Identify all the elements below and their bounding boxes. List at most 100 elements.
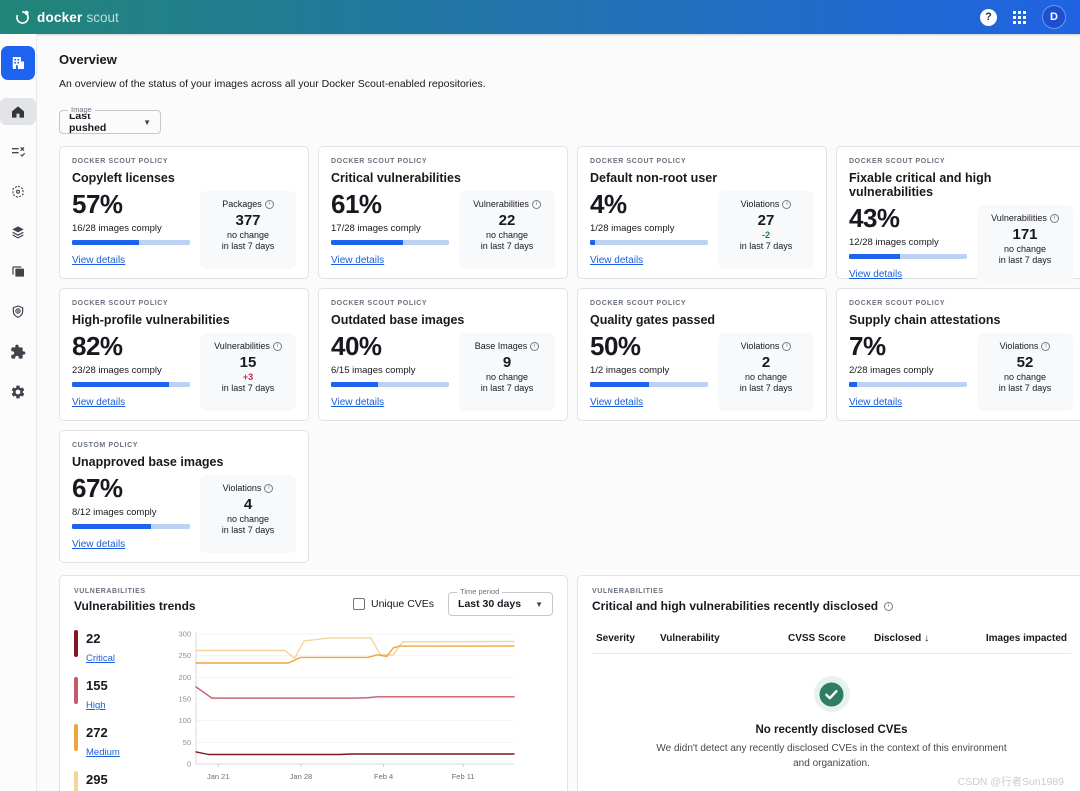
docker-scout-logo[interactable]: docker scout — [14, 9, 119, 26]
compliance-progress-bar — [849, 254, 967, 259]
view-details-link[interactable]: View details — [72, 397, 125, 408]
policy-eyebrow: Docker Scout policy — [849, 300, 1073, 307]
legend-color-bar — [74, 771, 78, 791]
view-details-link[interactable]: View details — [849, 269, 902, 280]
stat-label: Violations — [741, 341, 780, 351]
sidebar-item-settings[interactable] — [0, 378, 36, 405]
policy-eyebrow: Docker Scout policy — [331, 300, 555, 307]
svg-text:Jan 21: Jan 21 — [207, 772, 230, 781]
sidebar-item-policies[interactable] — [0, 138, 36, 165]
images-comply-text: 2/28 images comply — [849, 365, 967, 376]
stat-period: in last 7 days — [981, 383, 1069, 393]
info-icon[interactable]: i — [782, 342, 791, 351]
info-icon[interactable]: i — [264, 484, 273, 493]
unique-cves-checkbox[interactable]: Unique CVEs — [353, 598, 434, 610]
svg-text:Jan 28: Jan 28 — [290, 772, 313, 781]
images-comply-text: 8/12 images comply — [72, 507, 190, 518]
stat-label: Base Images — [475, 341, 528, 351]
policy-card: Docker Scout policy Copyleft licenses 57… — [59, 146, 309, 279]
time-period-select[interactable]: Time period Last 30 days ▼ — [448, 592, 553, 616]
stat-delta: no change — [981, 372, 1069, 382]
policy-eyebrow: Docker Scout policy — [331, 158, 555, 165]
policy-card: Docker Scout policy High-profile vulnera… — [59, 288, 309, 421]
policy-stat-box: Packages i 377 no change in last 7 days — [200, 191, 296, 269]
empty-state-title: No recently disclosed CVEs — [592, 724, 1071, 736]
image-filter-label: Image — [68, 105, 95, 114]
empty-state: No recently disclosed CVEs We didn't det… — [592, 676, 1071, 771]
compliance-percentage: 82% — [72, 331, 190, 361]
stat-delta: no change — [463, 230, 551, 240]
view-details-link[interactable]: View details — [331, 255, 384, 266]
recently-disclosed-panel: Vulnerabilities Critical and high vulner… — [577, 575, 1080, 791]
column-header-disclosed[interactable]: Disclosed↓ — [874, 633, 986, 644]
policy-eyebrow: Docker Scout policy — [590, 158, 814, 165]
column-header-cvss-score: CVSS Score — [788, 633, 874, 644]
sidebar-item-integrations[interactable] — [0, 338, 36, 365]
stat-period: in last 7 days — [722, 383, 810, 393]
stat-delta: no change — [463, 372, 551, 382]
stat-value: 52 — [981, 354, 1069, 371]
svg-text:250: 250 — [178, 651, 191, 660]
home-icon — [10, 104, 26, 120]
settings-gear-icon — [10, 384, 26, 400]
svg-text:0: 0 — [187, 760, 191, 769]
compliance-percentage: 50% — [590, 331, 708, 361]
info-icon[interactable]: i — [884, 602, 893, 611]
unique-cves-label: Unique CVEs — [371, 598, 434, 610]
organization-button[interactable] — [1, 46, 35, 80]
integrations-puzzle-icon — [10, 344, 26, 360]
stat-period: in last 7 days — [463, 241, 551, 251]
help-button[interactable]: ? — [980, 9, 997, 26]
repositories-icon — [10, 264, 26, 280]
policy-card: Docker Scout policy Supply chain attesta… — [836, 288, 1080, 421]
legend-severity-link[interactable]: High — [86, 700, 106, 711]
view-details-link[interactable]: View details — [331, 397, 384, 408]
chevron-down-icon: ▼ — [535, 600, 543, 609]
sidebar-item-repositories[interactable] — [0, 258, 36, 285]
stat-period: in last 7 days — [204, 241, 292, 251]
info-icon[interactable]: i — [1041, 342, 1050, 351]
stat-value: 377 — [204, 212, 292, 229]
policy-stat-box: Violations i 27 -2 in last 7 days — [718, 191, 814, 269]
images-comply-text: 17/28 images comply — [331, 223, 449, 234]
compliance-progress-bar — [849, 382, 967, 387]
policy-card: Custom policy Unapproved base images 67%… — [59, 430, 309, 563]
images-comply-text: 1/28 images comply — [590, 223, 708, 234]
compliance-percentage: 57% — [72, 189, 190, 219]
image-filter-select[interactable]: Image Last pushed ▼ — [59, 110, 161, 134]
view-details-link[interactable]: View details — [72, 255, 125, 266]
policy-stat-box: Base Images i 9 no change in last 7 days — [459, 333, 555, 411]
policy-eyebrow: Docker Scout policy — [72, 158, 296, 165]
view-details-link[interactable]: View details — [590, 255, 643, 266]
app-grid-button[interactable] — [1013, 11, 1026, 24]
svg-text:Feb 11: Feb 11 — [452, 772, 475, 781]
view-details-link[interactable]: View details — [849, 397, 902, 408]
sort-descending-icon: ↓ — [924, 633, 929, 644]
watermark: CSDN @行者Sun1989 — [958, 774, 1064, 789]
info-icon[interactable]: i — [782, 200, 791, 209]
trend-legend: 22 Critical 155 High 272 Medium 295 Low — [74, 626, 166, 791]
policy-title: Unapproved base images — [72, 455, 296, 469]
view-details-link[interactable]: View details — [72, 539, 125, 550]
sidebar-item-overview[interactable] — [0, 98, 36, 125]
compliance-percentage: 40% — [331, 331, 449, 361]
policy-stat-box: Vulnerabilities i 15 +3 in last 7 days — [200, 333, 296, 411]
view-details-link[interactable]: View details — [590, 397, 643, 408]
sidebar-item-vulnerabilities[interactable] — [0, 298, 36, 325]
info-icon[interactable]: i — [273, 342, 282, 351]
legend-severity-link[interactable]: Critical — [86, 653, 115, 664]
legend-severity-link[interactable]: Medium — [86, 747, 120, 758]
info-icon[interactable]: i — [530, 342, 539, 351]
policy-stat-box: Violations i 4 no change in last 7 days — [200, 475, 296, 553]
legend-count: 295 — [86, 772, 108, 787]
stat-period: in last 7 days — [204, 525, 292, 535]
images-comply-text: 23/28 images comply — [72, 365, 190, 376]
info-icon[interactable]: i — [265, 200, 274, 209]
sidebar-item-images[interactable] — [0, 218, 36, 245]
compliance-progress-bar — [590, 382, 708, 387]
info-icon[interactable]: i — [532, 200, 541, 209]
user-avatar[interactable]: D — [1042, 5, 1066, 29]
sidebar-item-environments[interactable] — [0, 178, 36, 205]
policy-title: High-profile vulnerabilities — [72, 313, 296, 327]
info-icon[interactable]: i — [1050, 214, 1059, 223]
